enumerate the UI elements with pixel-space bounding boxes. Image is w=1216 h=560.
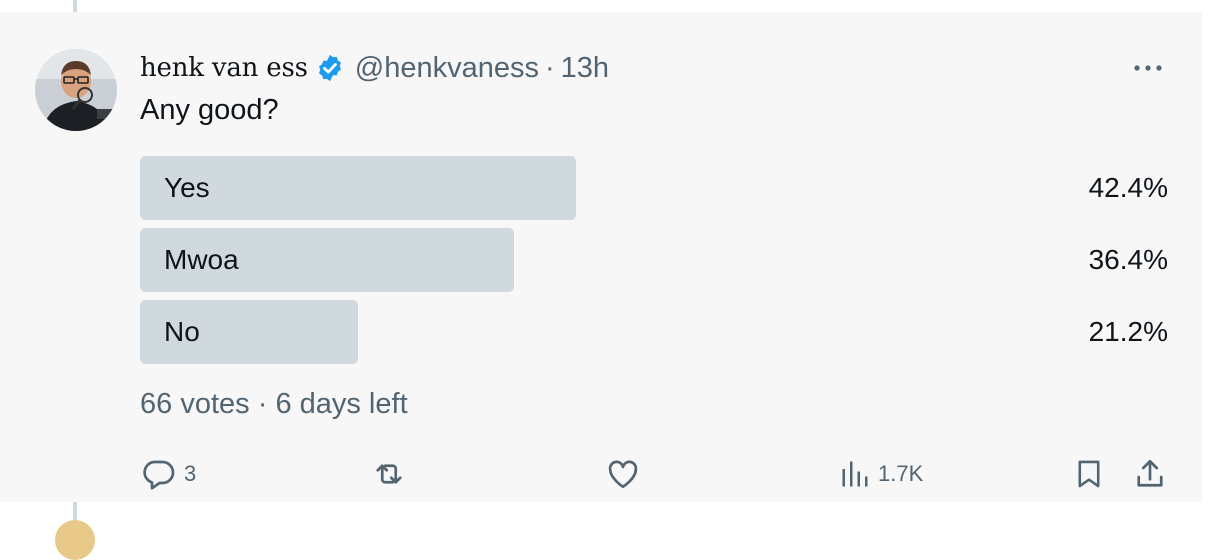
poll-option-label: No bbox=[164, 316, 200, 347]
poll-option[interactable]: Yes 42.4% bbox=[140, 156, 1168, 220]
poll-meta-separator: · bbox=[257, 388, 268, 420]
views-button[interactable]: 1.7K bbox=[840, 452, 923, 496]
share-button[interactable] bbox=[1132, 452, 1168, 496]
avatar[interactable] bbox=[35, 49, 117, 131]
reply-button[interactable]: 3 bbox=[140, 452, 196, 496]
poll-option-label: Yes bbox=[164, 172, 210, 203]
action-bar: 3 1.7K bbox=[0, 452, 1216, 496]
heart-icon bbox=[608, 460, 638, 489]
poll-votes: 66 votes bbox=[140, 388, 250, 420]
poll-option-percent: 21.2% bbox=[1088, 316, 1168, 347]
poll: Yes 42.4% Mwoa 36.4% No 21.2% bbox=[140, 156, 1168, 372]
poll-option-percent: 36.4% bbox=[1088, 244, 1168, 275]
share-icon bbox=[1137, 459, 1163, 487]
views-count: 1.7K bbox=[878, 461, 924, 486]
poll-option-label: Mwoa bbox=[164, 244, 239, 275]
poll-option-percent: 42.4% bbox=[1088, 172, 1168, 203]
more-button[interactable] bbox=[1130, 52, 1166, 84]
poll-time-left: 6 days left bbox=[275, 388, 408, 420]
poll-meta: 66 votes · 6 days left bbox=[140, 388, 408, 421]
user-handle[interactable]: @henkvaness bbox=[355, 52, 539, 85]
retweet-icon bbox=[376, 464, 402, 484]
tweet-text: Any good? bbox=[140, 94, 279, 126]
timestamp[interactable]: 13h bbox=[561, 52, 609, 85]
header-separator: · bbox=[545, 51, 555, 84]
views-icon bbox=[842, 461, 868, 487]
reply-icon bbox=[143, 460, 175, 490]
tweet-card[interactable]: henk van ess @henkvaness · 13h Any good?… bbox=[0, 12, 1202, 502]
avatar-photo bbox=[35, 49, 117, 131]
reply-count: 3 bbox=[184, 461, 197, 486]
display-name[interactable]: henk van ess bbox=[140, 53, 308, 83]
like-button[interactable] bbox=[605, 452, 641, 496]
more-icon bbox=[1134, 65, 1162, 71]
verified-badge-icon bbox=[315, 53, 345, 83]
poll-option[interactable]: Mwoa 36.4% bbox=[140, 228, 1168, 292]
poll-option[interactable]: No 21.2% bbox=[140, 300, 1168, 364]
bookmark-button[interactable] bbox=[1072, 452, 1106, 496]
tweet-header: henk van ess @henkvaness · 13h bbox=[140, 50, 609, 86]
next-tweet-avatar[interactable] bbox=[55, 520, 95, 560]
retweet-button[interactable] bbox=[370, 452, 408, 496]
bookmark-icon bbox=[1078, 460, 1100, 488]
